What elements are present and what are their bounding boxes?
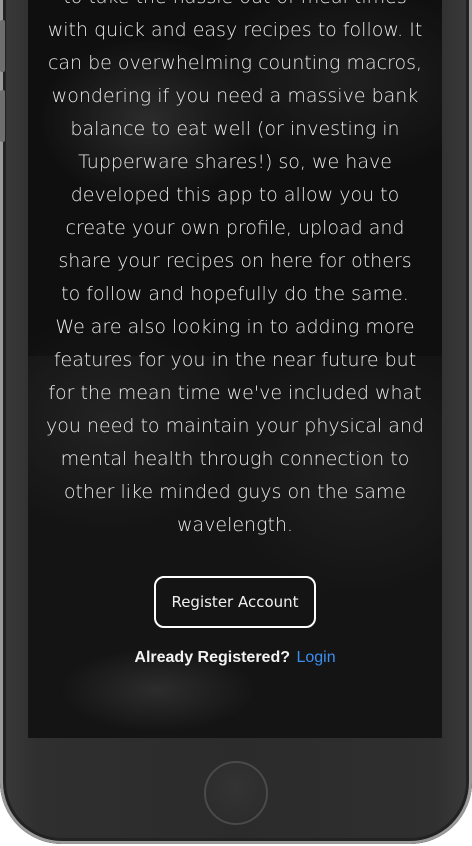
phone-screen: to take the hassle out of meal times wit… <box>28 0 442 738</box>
home-button[interactable] <box>204 761 268 825</box>
phone-frame: to take the hassle out of meal times wit… <box>0 0 472 844</box>
already-registered-text: Already Registered? <box>134 649 290 666</box>
already-registered-row: Already Registered? Login <box>28 649 442 667</box>
register-account-button[interactable]: Register Account <box>154 576 316 628</box>
intro-paragraph: to take the hassle out of meal times wit… <box>46 0 424 536</box>
login-link[interactable]: Login <box>296 649 335 666</box>
volume-down-button <box>0 90 5 142</box>
volume-up-button <box>0 20 5 72</box>
